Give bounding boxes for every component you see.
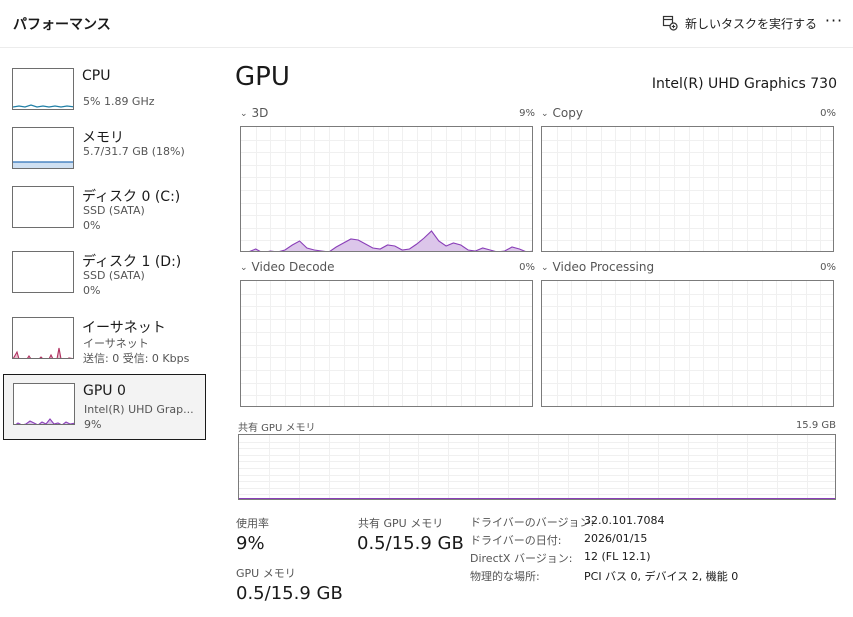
- graph-video-decode-label: Video Decode: [251, 260, 335, 274]
- graph-3d-label: 3D: [251, 106, 269, 120]
- driver-version-key: ドライバーのバージョン:: [470, 516, 595, 529]
- graph-copy-selector[interactable]: ⌄ Copy: [541, 106, 583, 120]
- gpu-thumbnail-graph: [13, 383, 75, 425]
- graph-grid: [542, 281, 833, 406]
- memory-thumbnail-graph: [12, 127, 74, 169]
- physical-location-value: PCI バス 0, デバイス 2, 機能 0: [584, 570, 739, 583]
- graph-3d-value: 9%: [519, 108, 535, 119]
- chevron-down-icon: ⌄: [240, 263, 248, 273]
- chevron-down-icon: ⌄: [541, 263, 549, 273]
- disk1-thumbnail-graph: [12, 251, 74, 293]
- graph-grid: [542, 127, 833, 251]
- usage-value: 9%: [236, 533, 265, 554]
- gpu-title: GPU: [235, 62, 290, 92]
- graph-grid: [241, 127, 532, 251]
- sidebar-item-detail: SSD (SATA): [83, 269, 145, 282]
- sidebar-item-throughput: 送信: 0 受信: 0 Kbps: [83, 352, 190, 365]
- gpu-memory-label: GPU メモリ: [236, 567, 296, 580]
- sidebar-item-detail: SSD (SATA): [83, 204, 145, 217]
- sidebar-item-detail: 5% 1.89 GHz: [83, 95, 155, 108]
- driver-date-key: ドライバーの日付:: [470, 534, 562, 547]
- shared-memory-graph-max: 15.9 GB: [795, 420, 836, 431]
- sidebar-item-label: メモリ: [82, 130, 124, 146]
- driver-date-value: 2026/01/15: [584, 532, 648, 545]
- ethernet-thumbnail-graph: [12, 317, 74, 359]
- graph-video-processing-selector[interactable]: ⌄ Video Processing: [541, 260, 654, 274]
- sidebar-item-usage: 0%: [83, 219, 101, 232]
- run-new-task-button[interactable]: 新しいタスクを実行する: [662, 13, 817, 33]
- graph-video-processing-value: 0%: [820, 262, 836, 273]
- graph-video-processing-label: Video Processing: [552, 260, 655, 274]
- gpu-memory-value: 0.5/15.9 GB: [236, 583, 343, 604]
- run-task-label: 新しいタスクを実行する: [685, 16, 818, 31]
- sidebar-item-label: GPU 0: [83, 383, 126, 399]
- graph-3d: [240, 126, 533, 252]
- more-options-button[interactable]: ···: [822, 11, 846, 35]
- sidebar-item-detail: 5.7/31.7 GB (18%): [83, 145, 185, 158]
- graph-video-decode: [240, 280, 533, 407]
- sidebar-item-usage: 9%: [84, 418, 102, 431]
- driver-version-value: 32.0.101.7084: [584, 514, 665, 527]
- usage-label: 使用率: [236, 517, 269, 530]
- graph-video-decode-selector[interactable]: ⌄ Video Decode: [240, 260, 335, 274]
- header-bar: パフォーマンス 新しいタスクを実行する ···: [0, 0, 853, 48]
- sidebar: CPU 5% 1.89 GHz メモリ 5.7/31.7 GB (18%) ディ…: [0, 48, 215, 617]
- disk0-thumbnail-graph: [12, 186, 74, 228]
- chevron-down-icon: ⌄: [240, 109, 248, 119]
- gpu-device-name: Intel(R) UHD Graphics 730: [651, 76, 837, 92]
- sidebar-item-label: イーサネット: [82, 320, 166, 336]
- graph-copy: [541, 126, 834, 252]
- chevron-down-icon: ⌄: [541, 109, 549, 119]
- graph-video-processing: [541, 280, 834, 407]
- graph-shared-memory: [238, 434, 836, 500]
- shared-memory-value: 0.5/15.9 GB: [357, 533, 464, 554]
- sidebar-item-label: ディスク 1 (D:): [82, 254, 182, 270]
- sidebar-item-detail: イーサネット: [83, 337, 149, 350]
- sidebar-item-detail: Intel(R) UHD Grap...: [84, 403, 194, 416]
- graph-copy-value: 0%: [820, 108, 836, 119]
- directx-version-value: 12 (FL 12.1): [584, 550, 651, 563]
- graph-grid: [241, 281, 532, 406]
- physical-location-key: 物理的な場所:: [470, 570, 540, 583]
- sidebar-item-label: ディスク 0 (C:): [82, 189, 181, 205]
- directx-version-key: DirectX バージョン:: [470, 552, 573, 565]
- graph-grid: [239, 435, 835, 499]
- sidebar-item-gpu-0[interactable]: GPU 0 Intel(R) UHD Grap... 9%: [3, 374, 206, 440]
- graph-3d-area: [250, 231, 525, 251]
- sidebar-item-disk-1[interactable]: ディスク 1 (D:) SSD (SATA) 0%: [3, 243, 206, 309]
- graph-video-decode-value: 0%: [519, 262, 535, 273]
- sidebar-item-disk-0[interactable]: ディスク 0 (C:) SSD (SATA) 0%: [3, 178, 206, 244]
- shared-memory-graph-label: 共有 GPU メモリ: [238, 423, 316, 434]
- cpu-thumbnail-graph: [12, 68, 74, 110]
- sidebar-item-usage: 0%: [83, 284, 101, 297]
- sidebar-item-ethernet[interactable]: イーサネット イーサネット 送信: 0 受信: 0 Kbps: [3, 309, 206, 375]
- sidebar-item-cpu[interactable]: CPU 5% 1.89 GHz: [3, 60, 206, 126]
- graph-copy-label: Copy: [552, 106, 583, 120]
- run-task-icon: [662, 15, 678, 31]
- shared-memory-label: 共有 GPU メモリ: [358, 517, 444, 530]
- sidebar-item-memory[interactable]: メモリ 5.7/31.7 GB (18%): [3, 119, 206, 185]
- page-title: パフォーマンス: [13, 17, 111, 33]
- graph-3d-selector[interactable]: ⌄ 3D: [240, 106, 268, 120]
- sidebar-item-label: CPU: [82, 68, 111, 84]
